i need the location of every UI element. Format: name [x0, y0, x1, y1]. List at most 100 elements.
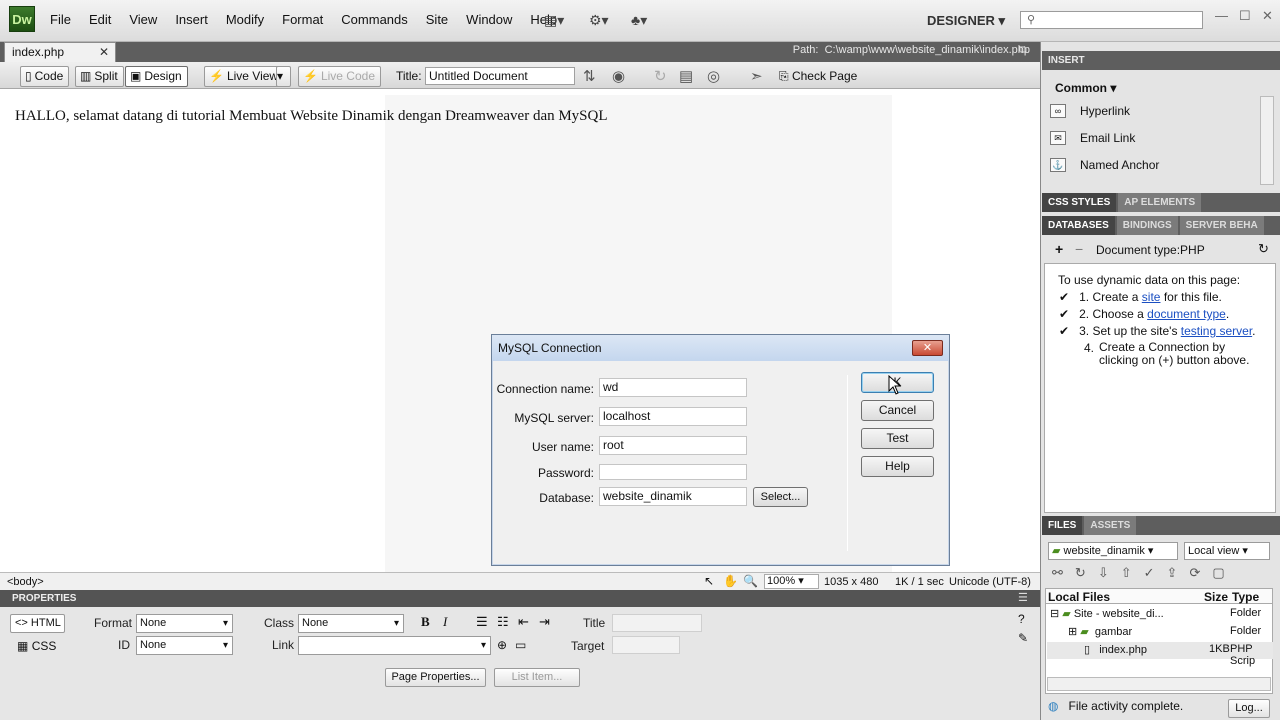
live-view-options[interactable]: ▾ — [276, 66, 291, 87]
insert-scrollbar[interactable] — [1260, 96, 1274, 185]
file-management-icon[interactable]: ⇅ — [583, 67, 596, 85]
select-tool-icon[interactable]: ↖ — [704, 573, 714, 589]
outdent-icon[interactable]: ⇤ — [518, 614, 529, 630]
browse-folder-icon[interactable]: ▭ — [515, 638, 526, 652]
menu-modify[interactable]: Modify — [226, 12, 264, 27]
database-input[interactable]: website_dinamik — [599, 487, 747, 506]
bold-button[interactable]: B — [421, 614, 430, 630]
list-item-button[interactable]: List Item... — [494, 668, 580, 687]
file-row-site[interactable]: ⊟ ▰ Site - website_di... Folder — [1050, 607, 1272, 620]
target-select[interactable] — [612, 636, 680, 654]
site-link[interactable]: site — [1142, 290, 1161, 304]
title-attr-input[interactable] — [612, 614, 702, 632]
layout-icon[interactable]: ▤▾ — [544, 12, 564, 29]
view-select[interactable]: Local view ▾ — [1184, 542, 1270, 560]
site-icon[interactable]: ♣▾ — [631, 12, 647, 29]
check-out-icon[interactable]: ✓ — [1144, 565, 1167, 580]
test-button[interactable]: Test — [861, 428, 934, 449]
insert-hyperlink[interactable]: ∞ Hyperlink — [1050, 104, 1130, 118]
css-mode-button[interactable]: ▦ CSS — [17, 639, 56, 653]
view-options-icon[interactable]: ▤ — [679, 67, 693, 85]
password-input[interactable] — [599, 464, 747, 480]
point-to-file-icon[interactable]: ⊕ — [497, 638, 507, 652]
close-tab-icon[interactable]: ✕ — [99, 43, 109, 62]
workspace-switcher[interactable]: DESIGNER ▾ — [927, 13, 1005, 29]
testing-server-link[interactable]: testing server — [1181, 324, 1252, 338]
restore-icon[interactable]: ⧉ — [1019, 44, 1027, 57]
check-page-button[interactable]: ⎘ Check Page — [779, 69, 857, 84]
menu-site[interactable]: Site — [426, 12, 448, 27]
italic-button[interactable]: I — [443, 614, 447, 630]
insert-named-anchor[interactable]: ⚓ Named Anchor — [1050, 158, 1159, 172]
tab-css-styles[interactable]: CSS STYLES — [1042, 193, 1117, 212]
page-body-text[interactable]: HALLO, selamat datang di tutorial Membua… — [15, 108, 608, 125]
unordered-list-icon[interactable]: ☰ — [476, 614, 488, 630]
title-input[interactable]: Untitled Document — [425, 67, 575, 85]
put-icon[interactable]: ⇧ — [1121, 565, 1144, 580]
document-type-link[interactable]: document type — [1147, 307, 1226, 321]
menu-view[interactable]: View — [129, 12, 157, 27]
search-input[interactable]: ⚲ — [1020, 11, 1203, 29]
quick-tag-editor-icon[interactable]: ✎ — [1018, 631, 1028, 645]
user-name-input[interactable]: root — [599, 436, 747, 455]
help-button[interactable]: Help — [861, 456, 934, 477]
link-input[interactable] — [298, 636, 491, 655]
tag-selector-body[interactable]: <body> — [7, 574, 44, 590]
document-tab[interactable]: index.php ✕ — [4, 42, 116, 62]
remove-connection-icon[interactable]: − — [1075, 241, 1083, 257]
indent-icon[interactable]: ⇥ — [539, 614, 550, 630]
id-select[interactable]: None — [136, 636, 233, 655]
maximize-icon[interactable]: ☐ — [1239, 8, 1251, 24]
refresh-icon[interactable]: ↻ — [654, 67, 667, 85]
dialog-close-button[interactable]: ✕ — [912, 340, 943, 356]
tab-server-behaviors[interactable]: SERVER BEHA — [1179, 216, 1264, 235]
html-mode-button[interactable]: <> HTML — [10, 614, 65, 633]
menu-window[interactable]: Window — [466, 12, 512, 27]
site-select[interactable]: ▰ website_dinamik ▾ — [1048, 542, 1178, 560]
connect-icon[interactable]: ⚯ — [1052, 565, 1075, 580]
menu-insert[interactable]: Insert — [175, 12, 208, 27]
design-view-button[interactable]: ▣ Design — [125, 66, 188, 87]
hand-tool-icon[interactable]: ✋ — [723, 573, 738, 589]
menu-edit[interactable]: Edit — [89, 12, 111, 27]
close-window-icon[interactable]: ✕ — [1262, 8, 1273, 24]
tab-assets[interactable]: ASSETS — [1084, 516, 1137, 535]
menu-commands[interactable]: Commands — [341, 12, 407, 27]
tab-ap-elements[interactable]: AP ELEMENTS — [1118, 193, 1202, 212]
file-row-index[interactable]: ▯ index.php 1KB PHP Scrip — [1047, 642, 1273, 667]
file-row-gambar[interactable]: ⊞ ▰ gambar Folder — [1068, 625, 1272, 638]
select-database-button[interactable]: Select... — [753, 487, 808, 507]
files-scrollbar[interactable] — [1047, 677, 1271, 691]
properties-header[interactable]: PROPERTIES — [0, 590, 1040, 607]
zoom-select[interactable]: 100% ▾ — [764, 574, 819, 589]
get-icon[interactable]: ⇩ — [1098, 565, 1121, 580]
menu-file[interactable]: File — [50, 12, 71, 27]
cancel-button[interactable]: Cancel — [861, 400, 934, 421]
ordered-list-icon[interactable]: ☷ — [497, 614, 509, 630]
sync-icon[interactable]: ⟳ — [1189, 565, 1212, 580]
live-view-button[interactable]: ⚡ Live View — [204, 66, 285, 87]
help-icon[interactable]: ? — [1018, 612, 1025, 626]
zoom-tool-icon[interactable]: 🔍 — [743, 573, 758, 589]
tab-files[interactable]: FILES — [1042, 516, 1083, 535]
connection-name-input[interactable]: wd — [599, 378, 747, 397]
split-view-button[interactable]: ▥ Split — [75, 66, 124, 87]
insert-category-select[interactable]: Common ▾ — [1055, 81, 1116, 95]
tab-bindings[interactable]: BINDINGS — [1116, 216, 1178, 235]
format-select[interactable]: None — [136, 614, 233, 633]
code-view-button[interactable]: ▯ Code — [20, 66, 70, 87]
refresh-files-icon[interactable]: ↻ — [1075, 565, 1098, 580]
preview-browser-icon[interactable]: ◉ — [612, 67, 625, 85]
extend-gear-icon[interactable]: ⚙▾ — [589, 12, 609, 29]
log-button[interactable]: Log... — [1228, 699, 1270, 718]
page-properties-button[interactable]: Page Properties... — [385, 668, 486, 687]
mysql-server-input[interactable]: localhost — [599, 407, 747, 426]
visual-aids-icon[interactable]: ◎ — [707, 67, 720, 85]
expand-icon[interactable]: ▢ — [1212, 565, 1236, 580]
insert-email-link[interactable]: ✉ Email Link — [1050, 131, 1135, 145]
validate-icon[interactable]: ➣ — [750, 67, 763, 85]
menu-format[interactable]: Format — [282, 12, 323, 27]
minimize-icon[interactable]: — — [1215, 8, 1228, 23]
live-code-button[interactable]: ⚡ Live Code — [298, 66, 381, 87]
panel-menu-icon[interactable]: ☰ — [1018, 591, 1028, 604]
